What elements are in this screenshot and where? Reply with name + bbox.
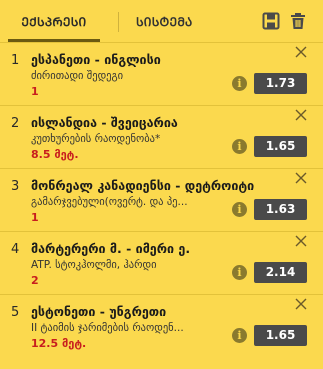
save-icon[interactable]	[262, 12, 280, 30]
bet-item: 1 ესპანეთი - ინგლისი ძირითადი შედეგი 1 i…	[0, 42, 323, 105]
close-icon[interactable]	[294, 45, 308, 59]
bet-market: კუთხურების რაოდენობა*	[31, 133, 161, 145]
tab-divider	[118, 12, 119, 32]
close-icon[interactable]	[294, 171, 308, 185]
bet-item: 5 ესტონეთი - უნგრეთი II ტაიმის ჯარიმების…	[0, 294, 323, 357]
bet-number: 3	[11, 179, 20, 194]
bet-number: 1	[11, 53, 20, 68]
info-icon[interactable]: i	[232, 76, 247, 91]
odds-badge[interactable]: 2.14	[254, 262, 307, 283]
bet-item: 4 მარტერერი მ. - იმერი ე. ATP. სტოკჰოლმი…	[0, 231, 323, 294]
bet-list: 1 ესპანეთი - ინგლისი ძირითადი შედეგი 1 i…	[0, 42, 323, 369]
bet-number: 4	[11, 242, 20, 257]
bet-event: ესპანეთი - ინგლისი	[31, 52, 161, 67]
close-icon[interactable]	[294, 297, 308, 311]
trash-icon[interactable]	[289, 12, 307, 30]
odds-badge[interactable]: 1.65	[254, 325, 307, 346]
bet-pick: 1	[31, 85, 39, 98]
bet-pick: 1	[31, 211, 39, 224]
info-icon[interactable]: i	[232, 328, 247, 343]
bet-pick: 12.5 მეტ.	[31, 337, 87, 350]
bet-item: 3 მონრეალ კანადიენსი - დეტროიტი გამარჯვე…	[0, 168, 323, 231]
info-icon[interactable]: i	[232, 139, 247, 154]
close-icon[interactable]	[294, 108, 308, 122]
bet-market: II ტაიმის ჯარიმების რაოდენ...	[31, 322, 184, 334]
odds-badge[interactable]: 1.65	[254, 136, 307, 157]
bet-event: მონრეალ კანადიენსი - დეტროიტი	[31, 178, 255, 193]
bet-pick: 2	[31, 274, 39, 287]
info-icon[interactable]: i	[232, 202, 247, 217]
bet-event: ისლანდია - შვეიცარია	[31, 115, 178, 130]
tab-system[interactable]: ᲡᲘᲡᲢᲔᲛᲐ	[136, 0, 226, 42]
bet-number: 5	[11, 305, 20, 320]
bet-item: 2 ისლანდია - შვეიცარია კუთხურების რაოდენ…	[0, 105, 323, 168]
bet-pick: 8.5 მეტ.	[31, 148, 79, 161]
bet-number: 2	[11, 116, 20, 131]
info-icon[interactable]: i	[232, 265, 247, 280]
bet-market: გამარჯვებული(ოვერტ. და პე...	[31, 196, 188, 208]
bet-market: ძირითადი შედეგი	[31, 70, 124, 82]
close-icon[interactable]	[294, 234, 308, 248]
betslip-header: ᲔᲥᲡᲞᲠᲔᲡᲘ ᲡᲘᲡᲢᲔᲛᲐ	[0, 0, 323, 42]
tab-express[interactable]: ᲔᲥᲡᲞᲠᲔᲡᲘ	[8, 0, 100, 42]
bet-market: ATP. სტოკჰოლმი, ჰარდი	[31, 259, 157, 271]
bet-event: ესტონეთი - უნგრეთი	[31, 304, 167, 319]
odds-badge[interactable]: 1.63	[254, 199, 307, 220]
bet-event: მარტერერი მ. - იმერი ე.	[31, 241, 191, 256]
odds-badge[interactable]: 1.73	[254, 73, 307, 94]
